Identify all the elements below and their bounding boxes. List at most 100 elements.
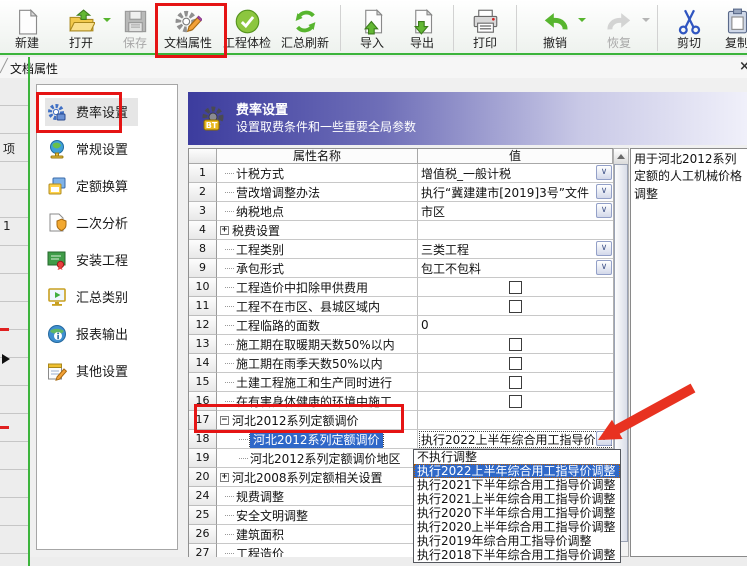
dropdown-option[interactable]: 执行2021下半年综合用工指导价调整 xyxy=(414,478,620,492)
row-header-char: 项 xyxy=(3,140,15,157)
property-name-cell[interactable]: 计税方式 xyxy=(217,164,418,183)
property-row-9: 9承包形式包工不包料∨ xyxy=(189,259,613,278)
dropdown-option[interactable]: 执行2021上半年综合用工指导价调整 xyxy=(414,492,620,506)
property-name-cell[interactable]: 纳税地点 xyxy=(217,202,418,221)
chevron-down-icon[interactable] xyxy=(642,18,650,26)
property-name-cell[interactable]: 工程临路的面数 xyxy=(217,316,418,335)
property-name-cell[interactable]: +河北2008系列定额相关设置 xyxy=(217,468,418,487)
toolbar-button-open[interactable]: 打开 xyxy=(50,2,112,53)
value-checkbox[interactable] xyxy=(509,376,522,389)
property-name-cell[interactable]: 河北2012系列定额调价地区 xyxy=(217,449,418,468)
property-name-cell[interactable]: 工程造价 xyxy=(217,544,418,557)
dropdown-option[interactable]: 执行2022上半年综合用工指导价调整 xyxy=(414,464,620,478)
property-name-label: 承包形式 xyxy=(236,260,284,277)
toolbar-button-print[interactable]: 打印 xyxy=(460,2,510,53)
annotation-box-doc-properties xyxy=(155,3,227,58)
monitor-play-icon xyxy=(47,287,67,307)
toolbar-button-label: 复制 xyxy=(725,36,747,51)
value-checkbox[interactable] xyxy=(509,357,522,370)
tree-connector xyxy=(225,325,234,326)
dropdown-arrow-icon[interactable]: ∨ xyxy=(596,184,612,199)
property-name-cell[interactable]: 工程不在市区、县城区域内 xyxy=(217,297,418,316)
row-number: 14 xyxy=(189,354,217,373)
property-value-cell[interactable] xyxy=(418,335,613,354)
property-name-cell[interactable]: 工程类别 xyxy=(217,240,418,259)
toolbar-button-export[interactable]: 导出 xyxy=(397,2,447,53)
red-row-mark xyxy=(0,426,9,429)
dropdown-option[interactable]: 执行2019年综合用工指导价调整 xyxy=(414,534,620,548)
close-icon[interactable]: × xyxy=(739,59,747,74)
value-checkbox[interactable] xyxy=(509,300,522,313)
property-name-cell[interactable]: 规费调整 xyxy=(217,487,418,506)
property-value-cell[interactable]: 0 xyxy=(418,316,613,335)
property-value-cell[interactable] xyxy=(418,278,613,297)
property-name-cell[interactable]: 建筑面积 xyxy=(217,525,418,544)
value-text: 增值税_一般计税 xyxy=(421,165,511,182)
dropdown-arrow-icon[interactable]: ∨ xyxy=(596,203,612,218)
dropdown-option[interactable]: 执行2020下半年综合用工指导价调整 xyxy=(414,506,620,520)
sidebar-item-other-settings[interactable]: 其他设置 xyxy=(37,352,177,389)
sidebar-item-summary-category[interactable]: 汇总类别 xyxy=(37,278,177,315)
sidebar-item-quota-conversion[interactable]: 定额换算 xyxy=(37,167,177,204)
dropdown-option[interactable]: 执行2020上半年综合用工指导价调整 xyxy=(414,520,620,534)
tree-connector xyxy=(225,211,234,212)
dropdown-arrow-icon[interactable]: ∨ xyxy=(596,260,612,275)
toolbar-button-redo[interactable]: 恢复 xyxy=(587,2,651,53)
property-value-cell[interactable]: 增值税_一般计税 ∨ xyxy=(418,164,613,183)
property-value-cell[interactable] xyxy=(418,354,613,373)
toolbar-button-save[interactable]: 保存 xyxy=(112,2,158,53)
tree-connector xyxy=(239,458,248,459)
property-name-label: 施工期在雨季天数50%以内 xyxy=(236,355,383,372)
dropdown-arrow-icon[interactable]: ∨ xyxy=(596,241,612,256)
toolbar-button-label: 剪切 xyxy=(677,36,701,51)
sidebar-item-label: 汇总类别 xyxy=(76,287,128,306)
value-checkbox[interactable] xyxy=(509,395,522,408)
value-checkbox[interactable] xyxy=(509,338,522,351)
chevron-down-icon[interactable] xyxy=(103,18,111,26)
toolbar-button-copy[interactable]: 复制 xyxy=(714,2,747,53)
property-name-cell[interactable]: 土建工程施工和生产同时进行 xyxy=(217,373,418,392)
property-name-label: 纳税地点 xyxy=(236,203,284,220)
toolbar-button-new[interactable]: 新建 xyxy=(4,2,50,53)
toolbar-button-undo[interactable]: 撤销 xyxy=(523,2,587,53)
sidebar-item-label: 定额换算 xyxy=(76,176,128,195)
sidebar-item-general-settings[interactable]: 常规设置 xyxy=(37,130,177,167)
property-value-cell[interactable]: 三类工程∨ xyxy=(418,240,613,259)
sidebar-item-label: 其他设置 xyxy=(76,361,128,380)
value-checkbox[interactable] xyxy=(509,281,522,294)
property-name-cell[interactable]: 工程造价中扣除甲供费用 xyxy=(217,278,418,297)
property-name-cell[interactable]: 营改增调整办法 xyxy=(217,183,418,202)
property-value-cell[interactable]: 执行“冀建建市[2019]3号”文件∨ xyxy=(418,183,613,202)
toolbar-button-cut[interactable]: 剪切 xyxy=(664,2,714,53)
row-number: 3 xyxy=(189,202,217,221)
sidebar-item-label: 二次分析 xyxy=(76,213,128,232)
property-name-cell[interactable]: +税费设置 xyxy=(217,221,418,240)
property-name-cell[interactable]: 施工期在取暖期天数50%以内 xyxy=(217,335,418,354)
property-row-10: 10工程造价中扣除甲供费用 xyxy=(189,278,613,297)
property-name-cell[interactable]: 安全文明调整 xyxy=(217,506,418,525)
expand-toggle-icon[interactable]: + xyxy=(220,473,229,482)
sidebar-item-report-output[interactable]: 报表输出 xyxy=(37,315,177,352)
bt-gear-icon: BT xyxy=(200,105,228,133)
property-name-cell[interactable]: 施工期在雨季天数50%以内 xyxy=(217,354,418,373)
chevron-down-icon[interactable] xyxy=(578,18,586,26)
toolbar-button-summary-refresh[interactable]: 汇总刷新 xyxy=(276,2,334,53)
toolbar-button-import[interactable]: 导入 xyxy=(347,2,397,53)
property-name-cell[interactable]: 承包形式 xyxy=(217,259,418,278)
tab-document-properties[interactable]: 文档属性 xyxy=(10,60,58,77)
sidebar-item-secondary-analysis[interactable]: 二次分析 xyxy=(37,204,177,241)
property-value-cell[interactable] xyxy=(418,297,613,316)
header-property-name: 属性名称 xyxy=(217,149,418,164)
property-value-cell[interactable] xyxy=(418,221,613,240)
dropdown-option[interactable]: 执行2018下半年综合用工指导价调整 xyxy=(414,548,620,562)
dropdown-arrow-icon[interactable]: ∨ xyxy=(596,165,612,180)
tree-connector xyxy=(225,401,234,402)
property-row-2: 2营改增调整办法执行“冀建建市[2019]3号”文件∨ xyxy=(189,183,613,202)
sidebar-item-installation-works[interactable]: 安装工程 xyxy=(37,241,177,278)
dropdown-option[interactable]: 不执行调整 xyxy=(414,450,620,464)
property-value-cell[interactable]: 市区∨ xyxy=(418,202,613,221)
scrollbar-up-icon[interactable] xyxy=(614,149,628,165)
value-text[interactable]: 0 xyxy=(421,318,429,332)
property-value-cell[interactable]: 包工不包料∨ xyxy=(418,259,613,278)
expand-toggle-icon[interactable]: + xyxy=(220,226,229,235)
